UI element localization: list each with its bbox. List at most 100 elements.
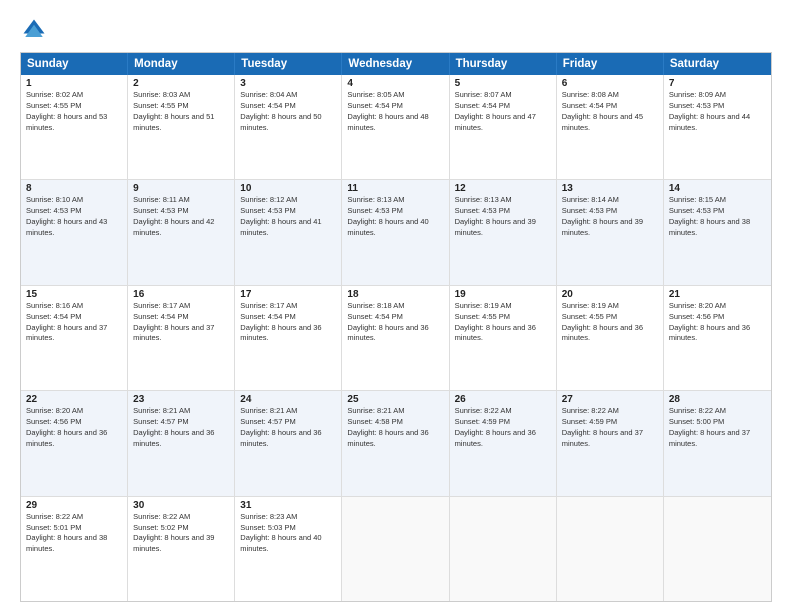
day-number: 28 — [669, 394, 766, 405]
day-info: Sunrise: 8:11 AMSunset: 4:53 PMDaylight:… — [133, 195, 229, 239]
day-info: Sunrise: 8:05 AMSunset: 4:54 PMDaylight:… — [347, 90, 443, 134]
day-info: Sunrise: 8:21 AMSunset: 4:57 PMDaylight:… — [133, 406, 229, 450]
day-of-week-tuesday: Tuesday — [235, 53, 342, 75]
day-cell-21: 21Sunrise: 8:20 AMSunset: 4:56 PMDayligh… — [664, 286, 771, 390]
day-number: 9 — [133, 183, 229, 194]
day-number: 19 — [455, 289, 551, 300]
day-number: 20 — [562, 289, 658, 300]
day-info: Sunrise: 8:17 AMSunset: 4:54 PMDaylight:… — [240, 301, 336, 345]
day-cell-7: 7Sunrise: 8:09 AMSunset: 4:53 PMDaylight… — [664, 75, 771, 179]
day-number: 22 — [26, 394, 122, 405]
day-cell-19: 19Sunrise: 8:19 AMSunset: 4:55 PMDayligh… — [450, 286, 557, 390]
empty-cell — [450, 497, 557, 601]
day-number: 26 — [455, 394, 551, 405]
calendar-row-5: 29Sunrise: 8:22 AMSunset: 5:01 PMDayligh… — [21, 496, 771, 601]
day-info: Sunrise: 8:17 AMSunset: 4:54 PMDaylight:… — [133, 301, 229, 345]
day-cell-18: 18Sunrise: 8:18 AMSunset: 4:54 PMDayligh… — [342, 286, 449, 390]
day-cell-9: 9Sunrise: 8:11 AMSunset: 4:53 PMDaylight… — [128, 180, 235, 284]
day-info: Sunrise: 8:22 AMSunset: 5:00 PMDaylight:… — [669, 406, 766, 450]
header — [20, 16, 772, 44]
logo-icon — [20, 16, 48, 44]
day-cell-2: 2Sunrise: 8:03 AMSunset: 4:55 PMDaylight… — [128, 75, 235, 179]
day-of-week-saturday: Saturday — [664, 53, 771, 75]
day-number: 7 — [669, 78, 766, 89]
day-info: Sunrise: 8:16 AMSunset: 4:54 PMDaylight:… — [26, 301, 122, 345]
day-cell-22: 22Sunrise: 8:20 AMSunset: 4:56 PMDayligh… — [21, 391, 128, 495]
day-cell-23: 23Sunrise: 8:21 AMSunset: 4:57 PMDayligh… — [128, 391, 235, 495]
day-number: 27 — [562, 394, 658, 405]
day-info: Sunrise: 8:15 AMSunset: 4:53 PMDaylight:… — [669, 195, 766, 239]
day-number: 25 — [347, 394, 443, 405]
day-cell-16: 16Sunrise: 8:17 AMSunset: 4:54 PMDayligh… — [128, 286, 235, 390]
day-number: 30 — [133, 500, 229, 511]
day-info: Sunrise: 8:09 AMSunset: 4:53 PMDaylight:… — [669, 90, 766, 134]
day-of-week-friday: Friday — [557, 53, 664, 75]
day-cell-27: 27Sunrise: 8:22 AMSunset: 4:59 PMDayligh… — [557, 391, 664, 495]
day-info: Sunrise: 8:07 AMSunset: 4:54 PMDaylight:… — [455, 90, 551, 134]
day-info: Sunrise: 8:18 AMSunset: 4:54 PMDaylight:… — [347, 301, 443, 345]
day-cell-15: 15Sunrise: 8:16 AMSunset: 4:54 PMDayligh… — [21, 286, 128, 390]
calendar: SundayMondayTuesdayWednesdayThursdayFrid… — [20, 52, 772, 602]
page: SundayMondayTuesdayWednesdayThursdayFrid… — [0, 0, 792, 612]
day-cell-31: 31Sunrise: 8:23 AMSunset: 5:03 PMDayligh… — [235, 497, 342, 601]
day-number: 2 — [133, 78, 229, 89]
day-cell-24: 24Sunrise: 8:21 AMSunset: 4:57 PMDayligh… — [235, 391, 342, 495]
day-cell-4: 4Sunrise: 8:05 AMSunset: 4:54 PMDaylight… — [342, 75, 449, 179]
day-cell-10: 10Sunrise: 8:12 AMSunset: 4:53 PMDayligh… — [235, 180, 342, 284]
calendar-header: SundayMondayTuesdayWednesdayThursdayFrid… — [21, 53, 771, 75]
day-info: Sunrise: 8:23 AMSunset: 5:03 PMDaylight:… — [240, 512, 336, 556]
empty-cell — [557, 497, 664, 601]
day-cell-28: 28Sunrise: 8:22 AMSunset: 5:00 PMDayligh… — [664, 391, 771, 495]
day-number: 10 — [240, 183, 336, 194]
day-info: Sunrise: 8:22 AMSunset: 4:59 PMDaylight:… — [455, 406, 551, 450]
day-number: 8 — [26, 183, 122, 194]
day-cell-26: 26Sunrise: 8:22 AMSunset: 4:59 PMDayligh… — [450, 391, 557, 495]
day-info: Sunrise: 8:22 AMSunset: 5:02 PMDaylight:… — [133, 512, 229, 556]
day-number: 5 — [455, 78, 551, 89]
day-info: Sunrise: 8:02 AMSunset: 4:55 PMDaylight:… — [26, 90, 122, 134]
calendar-row-1: 1Sunrise: 8:02 AMSunset: 4:55 PMDaylight… — [21, 75, 771, 179]
day-cell-11: 11Sunrise: 8:13 AMSunset: 4:53 PMDayligh… — [342, 180, 449, 284]
day-number: 23 — [133, 394, 229, 405]
day-info: Sunrise: 8:08 AMSunset: 4:54 PMDaylight:… — [562, 90, 658, 134]
day-cell-12: 12Sunrise: 8:13 AMSunset: 4:53 PMDayligh… — [450, 180, 557, 284]
day-info: Sunrise: 8:04 AMSunset: 4:54 PMDaylight:… — [240, 90, 336, 134]
day-number: 15 — [26, 289, 122, 300]
day-info: Sunrise: 8:21 AMSunset: 4:58 PMDaylight:… — [347, 406, 443, 450]
day-cell-20: 20Sunrise: 8:19 AMSunset: 4:55 PMDayligh… — [557, 286, 664, 390]
day-info: Sunrise: 8:22 AMSunset: 5:01 PMDaylight:… — [26, 512, 122, 556]
calendar-row-3: 15Sunrise: 8:16 AMSunset: 4:54 PMDayligh… — [21, 285, 771, 390]
day-number: 18 — [347, 289, 443, 300]
day-number: 12 — [455, 183, 551, 194]
day-number: 6 — [562, 78, 658, 89]
day-info: Sunrise: 8:20 AMSunset: 4:56 PMDaylight:… — [26, 406, 122, 450]
day-info: Sunrise: 8:10 AMSunset: 4:53 PMDaylight:… — [26, 195, 122, 239]
day-info: Sunrise: 8:13 AMSunset: 4:53 PMDaylight:… — [455, 195, 551, 239]
calendar-row-4: 22Sunrise: 8:20 AMSunset: 4:56 PMDayligh… — [21, 390, 771, 495]
day-of-week-sunday: Sunday — [21, 53, 128, 75]
day-number: 1 — [26, 78, 122, 89]
logo — [20, 16, 52, 44]
day-info: Sunrise: 8:20 AMSunset: 4:56 PMDaylight:… — [669, 301, 766, 345]
day-number: 13 — [562, 183, 658, 194]
day-number: 21 — [669, 289, 766, 300]
day-info: Sunrise: 8:03 AMSunset: 4:55 PMDaylight:… — [133, 90, 229, 134]
day-info: Sunrise: 8:22 AMSunset: 4:59 PMDaylight:… — [562, 406, 658, 450]
day-info: Sunrise: 8:12 AMSunset: 4:53 PMDaylight:… — [240, 195, 336, 239]
day-info: Sunrise: 8:14 AMSunset: 4:53 PMDaylight:… — [562, 195, 658, 239]
calendar-row-2: 8Sunrise: 8:10 AMSunset: 4:53 PMDaylight… — [21, 179, 771, 284]
day-cell-13: 13Sunrise: 8:14 AMSunset: 4:53 PMDayligh… — [557, 180, 664, 284]
day-number: 24 — [240, 394, 336, 405]
day-number: 14 — [669, 183, 766, 194]
day-cell-1: 1Sunrise: 8:02 AMSunset: 4:55 PMDaylight… — [21, 75, 128, 179]
day-cell-25: 25Sunrise: 8:21 AMSunset: 4:58 PMDayligh… — [342, 391, 449, 495]
day-cell-17: 17Sunrise: 8:17 AMSunset: 4:54 PMDayligh… — [235, 286, 342, 390]
day-info: Sunrise: 8:19 AMSunset: 4:55 PMDaylight:… — [562, 301, 658, 345]
day-number: 4 — [347, 78, 443, 89]
day-number: 16 — [133, 289, 229, 300]
day-cell-8: 8Sunrise: 8:10 AMSunset: 4:53 PMDaylight… — [21, 180, 128, 284]
day-cell-3: 3Sunrise: 8:04 AMSunset: 4:54 PMDaylight… — [235, 75, 342, 179]
day-info: Sunrise: 8:19 AMSunset: 4:55 PMDaylight:… — [455, 301, 551, 345]
day-number: 31 — [240, 500, 336, 511]
day-info: Sunrise: 8:21 AMSunset: 4:57 PMDaylight:… — [240, 406, 336, 450]
